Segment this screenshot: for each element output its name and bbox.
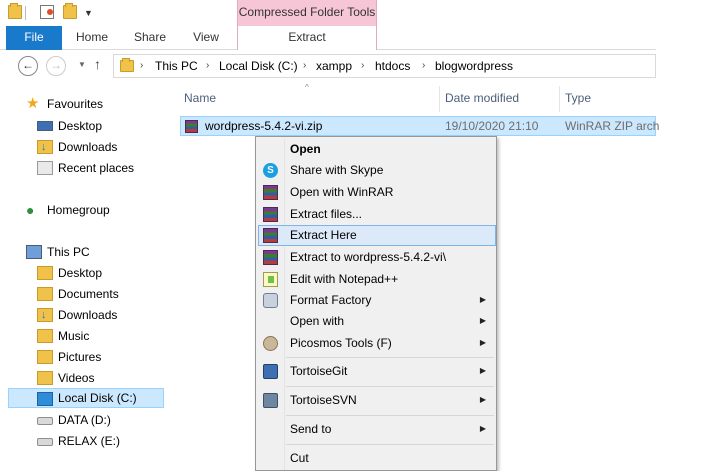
toolbar-separator bbox=[25, 6, 26, 20]
downloads-folder-icon bbox=[37, 137, 53, 157]
menu-item-picosmos-tools[interactable]: Picosmos Tools (F) ▶ bbox=[258, 333, 496, 354]
file-date-modified: 19/10/2020 21:10 bbox=[445, 119, 539, 133]
breadcrumb-htdocs[interactable]: htdocs bbox=[375, 59, 410, 73]
submenu-arrow-icon: ▶ bbox=[479, 366, 486, 375]
picosmos-icon bbox=[263, 336, 278, 351]
menu-item-extract-here[interactable]: Extract Here bbox=[258, 225, 496, 246]
folder-icon bbox=[8, 3, 22, 19]
skype-icon: S bbox=[263, 163, 278, 178]
nav-this-pc-local-disk-c[interactable]: Local Disk (C:) bbox=[8, 388, 164, 408]
menu-item-extract-to-folder[interactable]: Extract to wordpress-5.4.2-vi\ bbox=[258, 247, 496, 268]
folder-icon bbox=[120, 58, 134, 72]
tab-view[interactable]: View bbox=[184, 26, 228, 50]
column-header-name[interactable]: Name bbox=[184, 86, 434, 112]
documents-folder-icon bbox=[37, 287, 53, 301]
file-row-selected[interactable]: wordpress-5.4.2-vi.zip 19/10/2020 21:10 … bbox=[180, 116, 660, 136]
breadcrumb-separator-icon[interactable]: › bbox=[206, 60, 209, 71]
winrar-icon bbox=[263, 250, 278, 265]
breadcrumb-separator-icon[interactable]: › bbox=[303, 60, 306, 71]
menu-item-tortoisegit[interactable]: TortoiseGit ▶ bbox=[258, 361, 496, 382]
menu-item-open-with-winrar[interactable]: Open with WinRAR bbox=[258, 182, 496, 203]
menu-separator bbox=[286, 357, 494, 358]
title-bar: ▼ Compressed Folder Tools bbox=[0, 0, 656, 26]
tortoisesvn-icon bbox=[263, 393, 278, 408]
downloads-folder-icon bbox=[37, 305, 53, 325]
breadcrumb-separator-icon[interactable]: › bbox=[422, 60, 425, 71]
new-folder-icon[interactable] bbox=[63, 3, 77, 19]
videos-folder-icon bbox=[37, 371, 53, 385]
tab-home[interactable]: Home bbox=[70, 26, 114, 50]
notepad-plus-plus-icon bbox=[263, 272, 278, 287]
file-name: wordpress-5.4.2-vi.zip bbox=[205, 119, 323, 133]
ribbon-tabs: File Home Share View Extract bbox=[0, 26, 656, 50]
music-folder-icon bbox=[37, 329, 53, 343]
menu-item-open-with[interactable]: Open with ▶ bbox=[258, 311, 496, 332]
tortoisegit-icon bbox=[263, 364, 278, 379]
customize-toolbar-chevron-down-icon[interactable]: ▼ bbox=[84, 8, 93, 18]
breadcrumb-separator-icon[interactable]: › bbox=[361, 60, 364, 71]
recent-locations-chevron-down-icon[interactable]: ▼ bbox=[78, 60, 86, 69]
up-arrow-button[interactable]: ↑ bbox=[94, 56, 101, 72]
navigation-bar: ← → ▼ ↑ › This PC › Local Disk (C:) › xa… bbox=[0, 51, 656, 81]
column-divider[interactable] bbox=[439, 86, 440, 112]
menu-separator bbox=[286, 444, 494, 445]
properties-icon[interactable] bbox=[40, 5, 54, 19]
winrar-icon bbox=[263, 207, 278, 222]
menu-item-format-factory[interactable]: Format Factory ▶ bbox=[258, 290, 496, 311]
column-header-date-modified[interactable]: Date modified bbox=[445, 86, 555, 112]
context-menu: Open S Share with Skype Open with WinRAR… bbox=[255, 136, 497, 471]
submenu-arrow-icon: ▶ bbox=[479, 424, 486, 433]
breadcrumb-xampp[interactable]: xampp bbox=[316, 59, 352, 73]
winrar-archive-icon bbox=[185, 120, 198, 133]
desktop-icon bbox=[37, 121, 53, 131]
tab-extract[interactable]: Extract bbox=[237, 26, 377, 50]
column-divider[interactable] bbox=[559, 86, 560, 112]
menu-separator bbox=[286, 415, 494, 416]
navigation-pane: ★ Favourites Desktop Downloads Recent pl… bbox=[0, 86, 172, 471]
column-header-type[interactable]: Type bbox=[565, 86, 655, 112]
submenu-arrow-icon: ▶ bbox=[479, 316, 486, 325]
star-icon: ★ bbox=[26, 95, 40, 112]
menu-item-open[interactable]: Open bbox=[258, 139, 496, 160]
submenu-arrow-icon: ▶ bbox=[479, 395, 486, 404]
back-button[interactable]: ← bbox=[18, 56, 38, 76]
computer-icon bbox=[26, 245, 42, 259]
menu-item-cut[interactable]: Cut bbox=[258, 448, 496, 469]
menu-item-edit-with-notepad-plus-plus[interactable]: Edit with Notepad++ bbox=[258, 269, 496, 290]
address-bar[interactable]: › This PC › Local Disk (C:) › xampp › ht… bbox=[113, 54, 656, 78]
tab-file[interactable]: File bbox=[6, 26, 62, 50]
menu-item-extract-files[interactable]: Extract files... bbox=[258, 204, 496, 225]
menu-item-send-to[interactable]: Send to ▶ bbox=[258, 419, 496, 440]
file-type: WinRAR ZIP arch bbox=[565, 119, 660, 133]
breadcrumb-separator-icon[interactable]: › bbox=[140, 60, 143, 71]
breadcrumb-blogwordpress[interactable]: blogwordpress bbox=[435, 59, 513, 73]
tab-share[interactable]: Share bbox=[128, 26, 172, 50]
drive-icon bbox=[37, 438, 53, 446]
pictures-folder-icon bbox=[37, 350, 53, 364]
recent-places-icon bbox=[37, 161, 53, 175]
forward-button[interactable]: → bbox=[46, 56, 66, 76]
menu-item-tortoisesvn[interactable]: TortoiseSVN ▶ bbox=[258, 390, 496, 411]
format-factory-icon bbox=[263, 293, 278, 308]
menu-item-share-with-skype[interactable]: S Share with Skype bbox=[258, 160, 496, 181]
homegroup-icon: ● bbox=[26, 202, 35, 218]
submenu-arrow-icon: ▶ bbox=[479, 338, 486, 347]
desktop-folder-icon bbox=[37, 266, 53, 280]
drive-icon bbox=[37, 417, 53, 425]
menu-separator bbox=[286, 386, 494, 387]
winrar-icon bbox=[263, 228, 278, 243]
breadcrumb-this-pc[interactable]: This PC bbox=[155, 59, 198, 73]
compressed-folder-tools-header: Compressed Folder Tools bbox=[237, 0, 377, 26]
winrar-icon bbox=[263, 185, 278, 200]
submenu-arrow-icon: ▶ bbox=[479, 295, 486, 304]
breadcrumb-local-disk[interactable]: Local Disk (C:) bbox=[219, 59, 298, 73]
windows-drive-icon bbox=[37, 392, 53, 406]
